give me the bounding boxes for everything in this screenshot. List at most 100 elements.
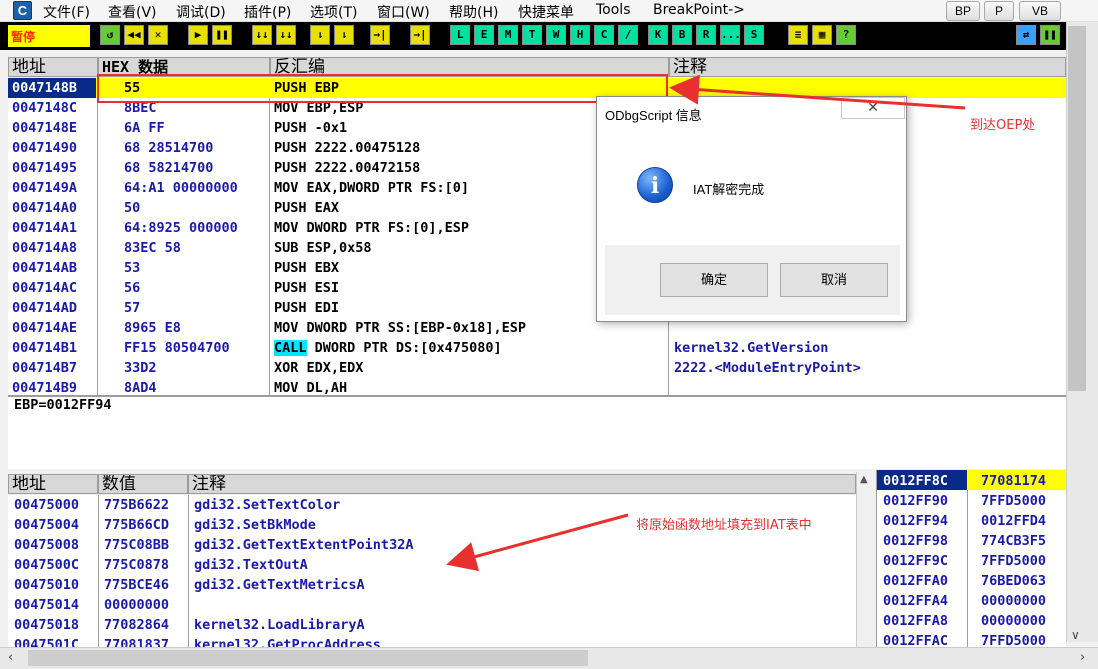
threads-icon[interactable]: T (522, 25, 542, 45)
stack-row[interactable]: 0012FFA4 00000000 (877, 590, 1066, 610)
stack-row[interactable]: 0012FF98 774CB3F5 (877, 530, 1066, 550)
log-window-icon[interactable]: L (450, 25, 470, 45)
cpu-icon[interactable]: C (594, 25, 614, 45)
disasm-text: PUSH EAX (274, 200, 340, 216)
dump-value: 00000000 (104, 597, 170, 613)
stack-row[interactable]: 0012FF90 7FFD5000 (877, 490, 1066, 510)
disasm-row[interactable]: 004714AE 8965 E8 MOV DWORD PTR SS:[EBP-0x1… (8, 318, 1066, 338)
goto-icon[interactable]: →| (410, 25, 430, 45)
disasm-text: MOV EAX,DWORD PTR FS:[0] (274, 180, 470, 196)
menu-tools[interactable]: Tools (596, 2, 631, 18)
swap-icon[interactable]: ⇄ (1016, 25, 1036, 45)
dump-row[interactable]: 0047501C 77081837 kernel32.GetProcAddress (8, 635, 856, 647)
vb-button[interactable]: VB (1019, 1, 1061, 21)
stack-row[interactable]: 0012FFAC 7FFD5000 (877, 630, 1066, 647)
menu-plugins[interactable]: 插件(P) (244, 2, 291, 22)
horizontal-scroll-thumb[interactable] (28, 650, 588, 666)
disasm-row[interactable]: 004714B9 8AD4 MOV DL,AH (8, 378, 1066, 395)
stack-row[interactable]: 0012FFA8 00000000 (877, 610, 1066, 630)
restart-icon[interactable]: ↺ (100, 25, 120, 45)
debug-options-icon[interactable]: ≡ (788, 25, 808, 45)
dump-row[interactable]: 00475018 77082864 kernel32.LoadLibraryA (8, 615, 856, 635)
disasm-row[interactable]: 004714AB 53 PUSH EBX (8, 258, 1066, 278)
execute-till-return-icon[interactable]: →| (370, 25, 390, 45)
menu-debug[interactable]: 调试(D) (176, 2, 226, 22)
chevron-left-icon[interactable]: ‹ (8, 650, 13, 665)
dump-header-value[interactable]: 数值 (98, 474, 188, 494)
trace-into-icon[interactable]: ⇂ (310, 25, 330, 45)
stack-pane[interactable]: 0012FF8C 77081174 0012FF90 7FFD5000 0012FF94… (876, 470, 1066, 647)
disasm-row[interactable]: 004714A0 50 PUSH EAX (8, 198, 1066, 218)
appearance-icon[interactable]: ▦ (812, 25, 832, 45)
dialog-close-button[interactable]: ✕ (841, 97, 905, 119)
dump-address: 00475010 (14, 577, 80, 593)
help-icon[interactable]: ? (836, 25, 856, 45)
dump-header-comment[interactable]: 注释 (188, 474, 856, 494)
executable-modules-icon[interactable]: E (474, 25, 494, 45)
app-icon[interactable]: C (13, 1, 32, 20)
stack-row[interactable]: 0012FF9C 7FFD5000 (877, 550, 1066, 570)
disasm-row[interactable]: 004714AC 56 PUSH ESI (8, 278, 1066, 298)
dump-header-address[interactable]: 地址 (8, 474, 98, 494)
run-trace-icon[interactable]: ... (720, 25, 741, 45)
dump-row[interactable]: 0047500C 775C0878 gdi32.TextOutA (8, 555, 856, 575)
handles-icon[interactable]: H (570, 25, 590, 45)
ok-button[interactable]: 确定 (660, 263, 768, 297)
disasm-row[interactable]: 004714A1 64:8925 000000 MOV DWORD PTR FS:[… (8, 218, 1066, 238)
stack-address: 0012FF90 (883, 493, 949, 509)
disasm-row[interactable]: 004714B1 FF15 80504700 CALL DWORD PTR DS:[… (8, 338, 1066, 358)
patches-icon[interactable]: / (618, 25, 638, 45)
disasm-row[interactable]: 0047148E 6A FF PUSH -0x1 (8, 118, 1066, 138)
step-over-icon[interactable]: ↓↓ (276, 25, 296, 45)
dump-scrollbar[interactable]: ▲ (856, 472, 874, 647)
disasm-hex: 8AD4 (124, 380, 157, 395)
menu-view[interactable]: 查看(V) (108, 2, 157, 22)
disasm-instruction: PUSH 2222.00472158 (274, 160, 420, 176)
cancel-button[interactable]: 取消 (780, 263, 888, 297)
disasm-row[interactable]: 0047149A 64:A1 00000000 MOV EAX,DWORD PTR … (8, 178, 1066, 198)
cpu-header-comment[interactable]: 注释 (669, 57, 1066, 77)
disasm-row[interactable]: 00471490 68 28514700 PUSH 2222.00475128 (8, 138, 1066, 158)
dump-row[interactable]: 00475000 775B6622 gdi32.SetTextColor (8, 495, 856, 515)
toolbar: 暂停 ↺ ◀◀ ✕ ▶ ❚❚ ↓↓ ↓↓ ⇂ ⇂ →| →| L E M T W… (0, 22, 1066, 50)
stack-row[interactable]: 0012FF94 0012FFD4 (877, 510, 1066, 530)
run-icon[interactable]: ▶ (188, 25, 208, 45)
menu-bar: C 文件(F) 查看(V) 调试(D) 插件(P) 选项(T) 窗口(W) 帮助… (0, 0, 1098, 22)
bp-button[interactable]: BP (946, 1, 980, 21)
chevron-down-icon[interactable]: ∨ (1071, 628, 1080, 642)
menu-help[interactable]: 帮助(H) (449, 2, 498, 22)
stack-value: 77081174 (981, 473, 1047, 489)
call-stack-icon[interactable]: K (648, 25, 668, 45)
menu-breakpoint[interactable]: BreakPoint-> (653, 2, 745, 18)
close-icon[interactable]: ✕ (148, 25, 168, 45)
menu-window[interactable]: 窗口(W) (377, 2, 430, 22)
menu-shortcut[interactable]: 快捷菜单 (518, 2, 574, 22)
references-icon[interactable]: R (696, 25, 716, 45)
dump-row[interactable]: 00475008 775C08BB gdi32.GetTextExtentPoint… (8, 535, 856, 555)
menu-file[interactable]: 文件(F) (43, 2, 90, 22)
disasm-row[interactable]: 00471495 68 58214700 PUSH 2222.00472158 (8, 158, 1066, 178)
rewind-icon[interactable]: ◀◀ (124, 25, 144, 45)
disasm-row[interactable]: 004714AD 57 PUSH EDI (8, 298, 1066, 318)
source-icon[interactable]: S (744, 25, 764, 45)
pause-icon[interactable]: ❚❚ (212, 25, 232, 45)
stack-row[interactable]: 0012FFA0 76BED063 (877, 570, 1066, 590)
scroll-up-icon[interactable]: ▲ (860, 474, 868, 485)
stack-row[interactable]: 0012FF8C 77081174 (877, 470, 1066, 490)
step-into-icon[interactable]: ↓↓ (252, 25, 272, 45)
disasm-row[interactable]: 004714B7 33D2 XOR EDX,EDX 2222.<ModuleEntry… (8, 358, 1066, 378)
dump-row[interactable]: 00475014 00000000 (8, 595, 856, 615)
trace-over-icon[interactable]: ⇂ (334, 25, 354, 45)
windows-icon[interactable]: W (546, 25, 566, 45)
memory-map-icon[interactable]: M (498, 25, 518, 45)
p-button[interactable]: P (984, 1, 1014, 21)
pause-plugin-icon[interactable]: ❚❚ (1040, 25, 1060, 45)
menu-options[interactable]: 选项(T) (310, 2, 357, 22)
disassembly-pane[interactable]: 0047148B 55 PUSH EBP 0047148C 8BEC MOV EBP,ES… (8, 78, 1066, 395)
main-scroll-thumb[interactable] (1068, 26, 1086, 391)
disasm-row[interactable]: 004714A8 83EC 58 SUB ESP,0x58 (8, 238, 1066, 258)
chevron-right-icon[interactable]: › (1080, 650, 1085, 665)
breakpoints-icon[interactable]: B (672, 25, 692, 45)
cpu-header-address[interactable]: 地址 (8, 57, 98, 77)
dump-row[interactable]: 00475010 775BCE46 gdi32.GetTextMetricsA (8, 575, 856, 595)
